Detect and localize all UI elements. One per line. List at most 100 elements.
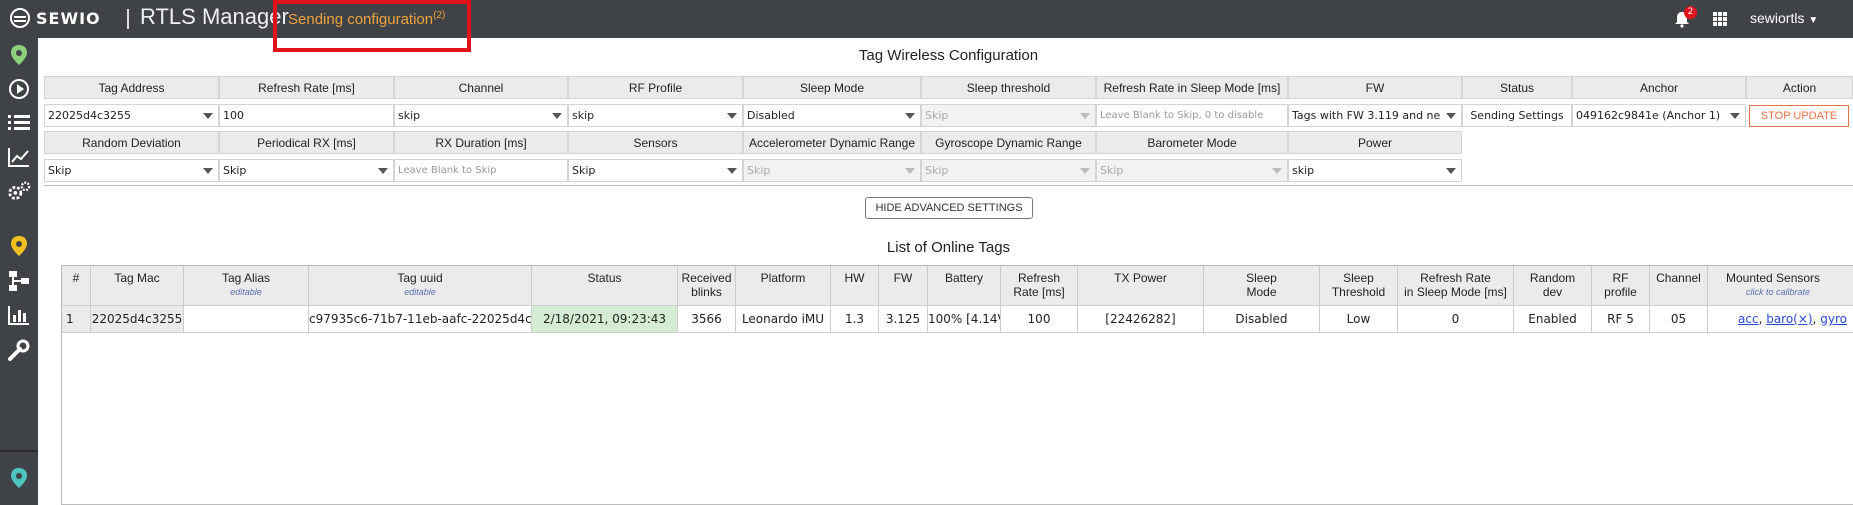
accel-range-select[interactable]: Skip bbox=[743, 159, 921, 182]
power-select[interactable]: skip bbox=[1288, 159, 1462, 182]
app-title: RTLS Manager bbox=[140, 4, 289, 29]
logo-text: SEWIO bbox=[36, 8, 101, 28]
hdr-random-deviation: Random Deviation bbox=[44, 131, 219, 154]
col-refresh-rate: Refresh Rate [ms] bbox=[1001, 266, 1078, 306]
chevron-down-icon bbox=[1272, 168, 1282, 174]
config-bottom-divider bbox=[44, 185, 1853, 186]
col-hw: HW bbox=[831, 266, 879, 306]
sensors-select[interactable]: Skip bbox=[568, 159, 743, 182]
user-menu[interactable]: sewiortls ▼ bbox=[1750, 10, 1818, 26]
settings-icon[interactable] bbox=[7, 179, 31, 203]
sidebar-divider bbox=[0, 450, 38, 452]
tag-address-value: 22025d4c3255 bbox=[48, 109, 132, 122]
cell-tag-alias[interactable] bbox=[184, 306, 309, 333]
cell-hw: 1.3 bbox=[831, 306, 879, 333]
location-icon[interactable] bbox=[7, 234, 31, 258]
col-random-dev: Random dev bbox=[1514, 266, 1592, 306]
col-index: # bbox=[62, 266, 91, 306]
hdr-rx-duration: RX Duration [ms] bbox=[394, 131, 568, 154]
chevron-down-icon bbox=[727, 113, 737, 119]
cell-refresh-sleep: 0 bbox=[1398, 306, 1514, 333]
col-platform: Platform bbox=[736, 266, 831, 306]
tag-address-select[interactable]: 22025d4c3255 bbox=[44, 104, 219, 127]
tags-title: List of Online Tags bbox=[886, 239, 1011, 256]
fw-value: Tags with FW 3.119 and ne bbox=[1292, 109, 1441, 122]
sleep-threshold-select[interactable]: Skip bbox=[921, 104, 1096, 127]
pin-icon[interactable] bbox=[7, 466, 31, 490]
cell-random-dev: Enabled bbox=[1514, 306, 1592, 333]
chevron-down-icon bbox=[1446, 168, 1456, 174]
accel-range-value: Skip bbox=[747, 164, 771, 177]
col-tx-power: TX Power bbox=[1078, 266, 1204, 306]
rx-duration-input[interactable]: Leave Blank to Skip bbox=[394, 159, 568, 182]
fw-select[interactable]: Tags with FW 3.119 and ne bbox=[1288, 104, 1462, 127]
bar-chart-icon[interactable] bbox=[7, 303, 31, 327]
chevron-down-icon bbox=[905, 168, 915, 174]
periodical-rx-value: Skip bbox=[223, 164, 247, 177]
hdr-rf-profile: RF Profile bbox=[568, 76, 743, 99]
hdr-barometer-mode: Barometer Mode bbox=[1096, 131, 1288, 154]
gyro-range-select[interactable]: Skip bbox=[921, 159, 1096, 182]
col-sleep-mode: Sleep Mode bbox=[1204, 266, 1320, 306]
sleep-threshold-value: Skip bbox=[925, 109, 949, 122]
col-received-blinks: Received blinks bbox=[678, 266, 736, 306]
anchor-select[interactable]: 049162c9841e (Anchor 1) bbox=[1572, 104, 1746, 127]
col-tag-uuid: Tag uuid editable bbox=[309, 266, 532, 306]
rf-profile-select[interactable]: skip bbox=[568, 104, 743, 127]
channel-select[interactable]: skip bbox=[394, 104, 568, 127]
cell-channel: 05 bbox=[1650, 306, 1708, 333]
col-sleep-threshold: Sleep Threshold bbox=[1320, 266, 1398, 306]
col-mounted-sensors: Mounted Sensors click to calibrate bbox=[1708, 266, 1853, 306]
hdr-sensors: Sensors bbox=[568, 131, 743, 154]
sidebar bbox=[0, 38, 38, 505]
map-pin-icon[interactable] bbox=[7, 43, 31, 67]
refresh-sleep-input[interactable]: Leave Blank to Skip, 0 to disable bbox=[1096, 104, 1288, 127]
col-tag-alias: Tag Alias editable bbox=[184, 266, 309, 306]
apps-grid-icon[interactable] bbox=[1713, 12, 1727, 26]
random-deviation-select[interactable]: Skip bbox=[44, 159, 219, 182]
cell-sleep-threshold: Low bbox=[1320, 306, 1398, 333]
wrench-icon[interactable] bbox=[7, 338, 31, 362]
sewio-logo-icon bbox=[10, 8, 30, 28]
sensor-link-gyro[interactable]: gyro bbox=[1820, 312, 1847, 326]
play-icon[interactable] bbox=[7, 77, 31, 101]
sewio-logo[interactable]: SEWIO bbox=[10, 8, 101, 28]
cell-tag-uuid[interactable]: c97935c6-71b7-11eb-aafc-22025d4c3255 bbox=[309, 306, 532, 333]
status-value: Sending Settings bbox=[1462, 104, 1572, 127]
cell-sleep-mode: Disabled bbox=[1204, 306, 1320, 333]
rf-profile-value: skip bbox=[572, 109, 595, 122]
barometer-mode-select[interactable]: Skip bbox=[1096, 159, 1288, 182]
chevron-down-icon bbox=[1080, 168, 1090, 174]
hdr-sleep-threshold: Sleep threshold bbox=[921, 76, 1096, 99]
cell-status: 2/18/2021, 09:23:43 bbox=[532, 306, 678, 333]
network-icon[interactable] bbox=[7, 269, 31, 293]
sensor-link-baro[interactable]: baro(×) bbox=[1766, 312, 1812, 326]
title-divider bbox=[127, 9, 129, 29]
channel-value: skip bbox=[398, 109, 421, 122]
col-battery: Battery bbox=[928, 266, 1001, 306]
cell-mounted-sensors: acc, baro(×), gyro bbox=[1708, 306, 1853, 333]
anchor-value: 049162c9841e (Anchor 1) bbox=[1576, 109, 1721, 122]
hdr-anchor: Anchor bbox=[1572, 76, 1746, 99]
chevron-down-icon bbox=[1446, 113, 1456, 119]
cell-battery: 100% [4.14V] bbox=[928, 306, 1001, 333]
periodical-rx-select[interactable]: Skip bbox=[219, 159, 394, 182]
hdr-gyro-range: Gyroscope Dynamic Range bbox=[921, 131, 1096, 154]
stop-update-button[interactable]: STOP UPDATE bbox=[1749, 105, 1849, 127]
list-icon[interactable] bbox=[7, 111, 31, 135]
hdr-status: Status bbox=[1462, 76, 1572, 99]
hdr-tag-address: Tag Address bbox=[44, 76, 219, 99]
sensor-link-acc[interactable]: acc bbox=[1738, 312, 1759, 326]
cell-platform: Leonardo iMU bbox=[736, 306, 831, 333]
refresh-rate-input[interactable]: 100 bbox=[219, 104, 394, 127]
chevron-down-icon bbox=[203, 113, 213, 119]
col-refresh-sleep: Refresh Rate in Sleep Mode [ms] bbox=[1398, 266, 1514, 306]
sleep-mode-select[interactable]: Disabled bbox=[743, 104, 921, 127]
hide-advanced-settings-button[interactable]: HIDE ADVANCED SETTINGS bbox=[865, 197, 1033, 219]
sensors-value: Skip bbox=[572, 164, 596, 177]
chart-icon[interactable] bbox=[7, 145, 31, 169]
col-rf-profile: RF profile bbox=[1592, 266, 1650, 306]
cell-received-blinks: 3566 bbox=[678, 306, 736, 333]
hdr-periodical-rx: Periodical RX [ms] bbox=[219, 131, 394, 154]
col-channel: Channel bbox=[1650, 266, 1708, 306]
